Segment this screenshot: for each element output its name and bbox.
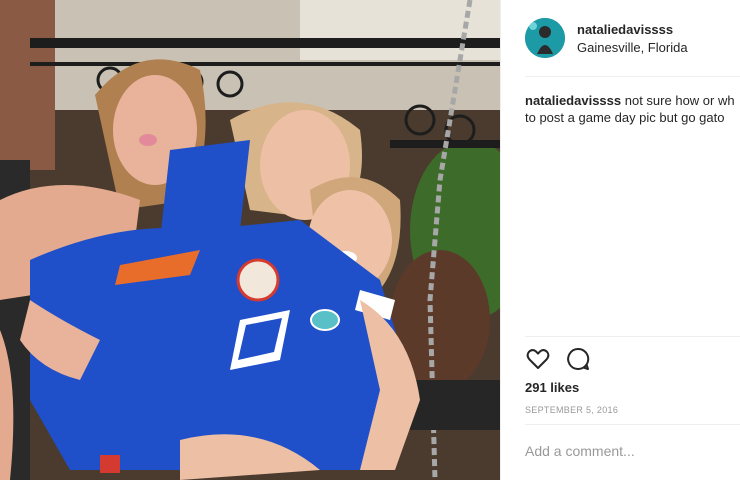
comment-button[interactable] [565,346,591,372]
caption-username[interactable]: nataliedavissss [525,93,621,108]
like-button[interactable] [525,346,551,372]
header-username[interactable]: nataliedavissss [577,22,673,37]
comment-divider [525,424,740,425]
caption-text-1: not sure how or wh [624,93,735,108]
post-caption: nataliedavissss not sure how or wh to po… [525,92,740,126]
speech-bubble-icon [567,347,590,370]
caption-text-2: to post a game day pic but go gato [525,110,725,125]
post-photo[interactable] [0,0,500,480]
likes-count[interactable]: 291 likes [525,380,579,395]
post-header: nataliedavissss Gainesville, Florida [525,18,740,60]
header-divider [525,76,740,77]
avatar[interactable] [525,18,565,58]
actions-divider [525,336,740,337]
avatar-image [525,18,565,58]
header-location[interactable]: Gainesville, Florida [577,40,688,55]
comment-input[interactable] [525,440,735,462]
photo-illustration [0,0,500,480]
caption-line-1: nataliedavissss not sure how or wh [525,92,740,109]
post-sidebar: nataliedavissss Gainesville, Florida nat… [501,0,740,480]
post-date: SEPTEMBER 5, 2016 [525,405,619,415]
heart-icon [526,349,550,369]
